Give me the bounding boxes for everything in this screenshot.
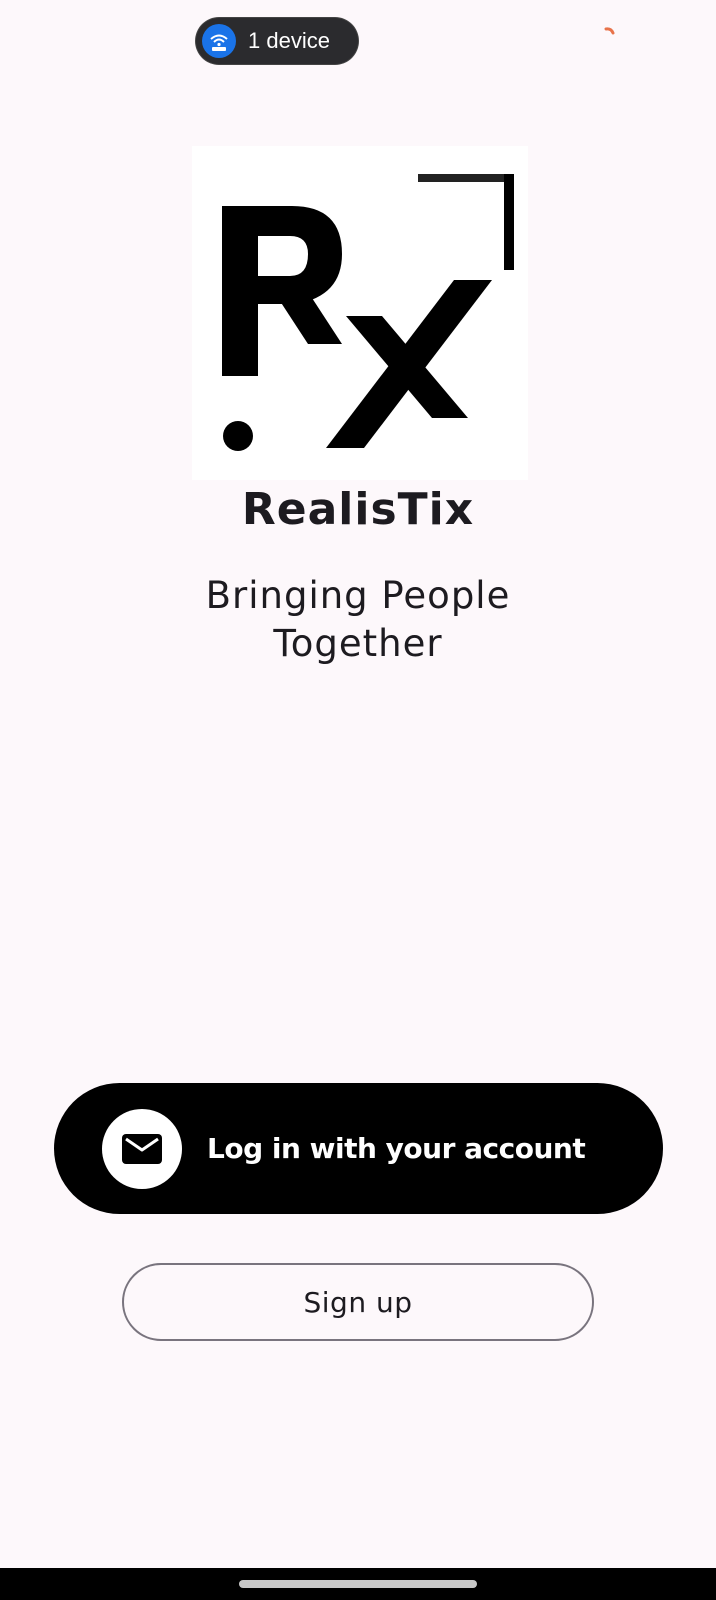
mail-icon-circle	[102, 1108, 182, 1189]
login-button-label: Log in with your account	[207, 1132, 586, 1165]
app-name-title: RealisTix	[241, 484, 475, 535]
tagline: Bringing People Together	[0, 572, 716, 668]
device-status-pill[interactable]: 1 device	[196, 18, 358, 64]
tagline-line-1: Bringing People	[205, 574, 511, 617]
app-logo	[192, 146, 528, 480]
wifi-router-icon	[202, 24, 236, 58]
home-gesture-handle[interactable]	[239, 1580, 477, 1588]
system-navigation-bar	[0, 1568, 716, 1600]
mail-icon	[122, 1133, 162, 1164]
sign-up-button-label: Sign up	[303, 1285, 413, 1319]
login-with-account-button[interactable]: Log in with your account	[54, 1083, 663, 1214]
loading-spinner-icon	[604, 26, 620, 42]
tagline-line-2: Together	[273, 622, 443, 665]
sign-up-button[interactable]: Sign up	[122, 1263, 594, 1341]
realistix-rx-logo	[222, 174, 514, 451]
device-count-label: 1 device	[248, 28, 330, 53]
